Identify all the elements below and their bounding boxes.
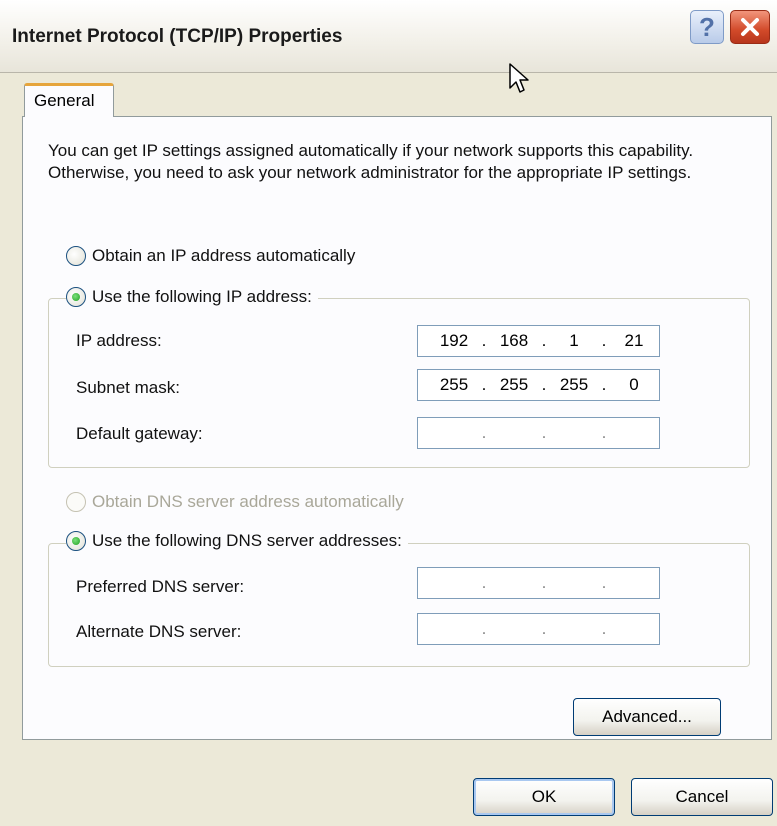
preferred-dns-field[interactable]: . . . (417, 567, 660, 599)
radio-use-dns[interactable]: Use the following DNS server addresses: (66, 531, 408, 551)
radio-use-dns-label: Use the following DNS server addresses: (92, 531, 402, 550)
radio-button-checked[interactable] (66, 287, 86, 307)
subnet-octet: 255 (499, 375, 529, 394)
radio-obtain-dns-auto[interactable]: Obtain DNS server address automatically (66, 492, 410, 512)
help-button[interactable]: ? (690, 10, 724, 44)
advanced-button-label: Advanced... (602, 707, 692, 726)
close-button[interactable] (730, 10, 770, 44)
subnet-octet: 255 (559, 375, 589, 394)
radio-use-ip-label: Use the following IP address: (92, 287, 312, 306)
subnet-mask-field[interactable]: 255. 255. 255. 0 (417, 369, 660, 401)
subnet-octet: 0 (629, 375, 639, 394)
radio-button[interactable] (66, 246, 86, 266)
radio-obtain-ip-auto[interactable]: Obtain an IP address automatically (66, 246, 362, 266)
radio-obtain-dns-auto-label: Obtain DNS server address automatically (92, 492, 404, 511)
ip-octet: 168 (499, 331, 529, 350)
dialog-window: Internet Protocol (TCP/IP) Properties ? … (0, 0, 777, 826)
mouse-cursor-icon (509, 63, 529, 93)
ip-octet: 192 (439, 331, 469, 350)
radio-use-ip[interactable]: Use the following IP address: (66, 287, 318, 307)
alternate-dns-label: Alternate DNS server: (76, 622, 242, 641)
advanced-button[interactable]: Advanced... (573, 698, 721, 736)
default-gateway-field[interactable]: . . . (417, 417, 660, 449)
close-icon (741, 18, 759, 36)
subnet-mask-label: Subnet mask: (76, 378, 180, 397)
question-mark-icon: ? (699, 11, 715, 42)
ip-octet: 21 (624, 331, 644, 350)
intro-text: You can get IP settings assigned automat… (48, 141, 694, 182)
tab-general-label: General (34, 91, 95, 110)
radio-obtain-ip-auto-label: Obtain an IP address automatically (92, 246, 356, 265)
alternate-dns-field[interactable]: . . . (417, 613, 660, 645)
ip-octet: 1 (569, 331, 579, 350)
tab-general[interactable]: General (24, 83, 114, 117)
cancel-button-label: Cancel (675, 787, 729, 806)
preferred-dns-label: Preferred DNS server: (76, 577, 245, 596)
ip-address-field[interactable]: 192. 168. 1. 21 (417, 325, 660, 357)
ip-address-label: IP address: (76, 331, 162, 350)
ok-button[interactable]: OK (473, 778, 615, 816)
subnet-octet: 255 (439, 375, 469, 394)
default-gateway-label: Default gateway: (76, 424, 203, 443)
cancel-button[interactable]: Cancel (631, 778, 773, 816)
window-title: Internet Protocol (TCP/IP) Properties (12, 26, 343, 47)
title-bar[interactable]: Internet Protocol (TCP/IP) Properties ? (0, 0, 777, 73)
ok-button-label: OK (531, 787, 557, 806)
dns-server-group (48, 543, 750, 667)
radio-button-checked[interactable] (66, 531, 86, 551)
radio-button-disabled[interactable] (66, 492, 86, 512)
